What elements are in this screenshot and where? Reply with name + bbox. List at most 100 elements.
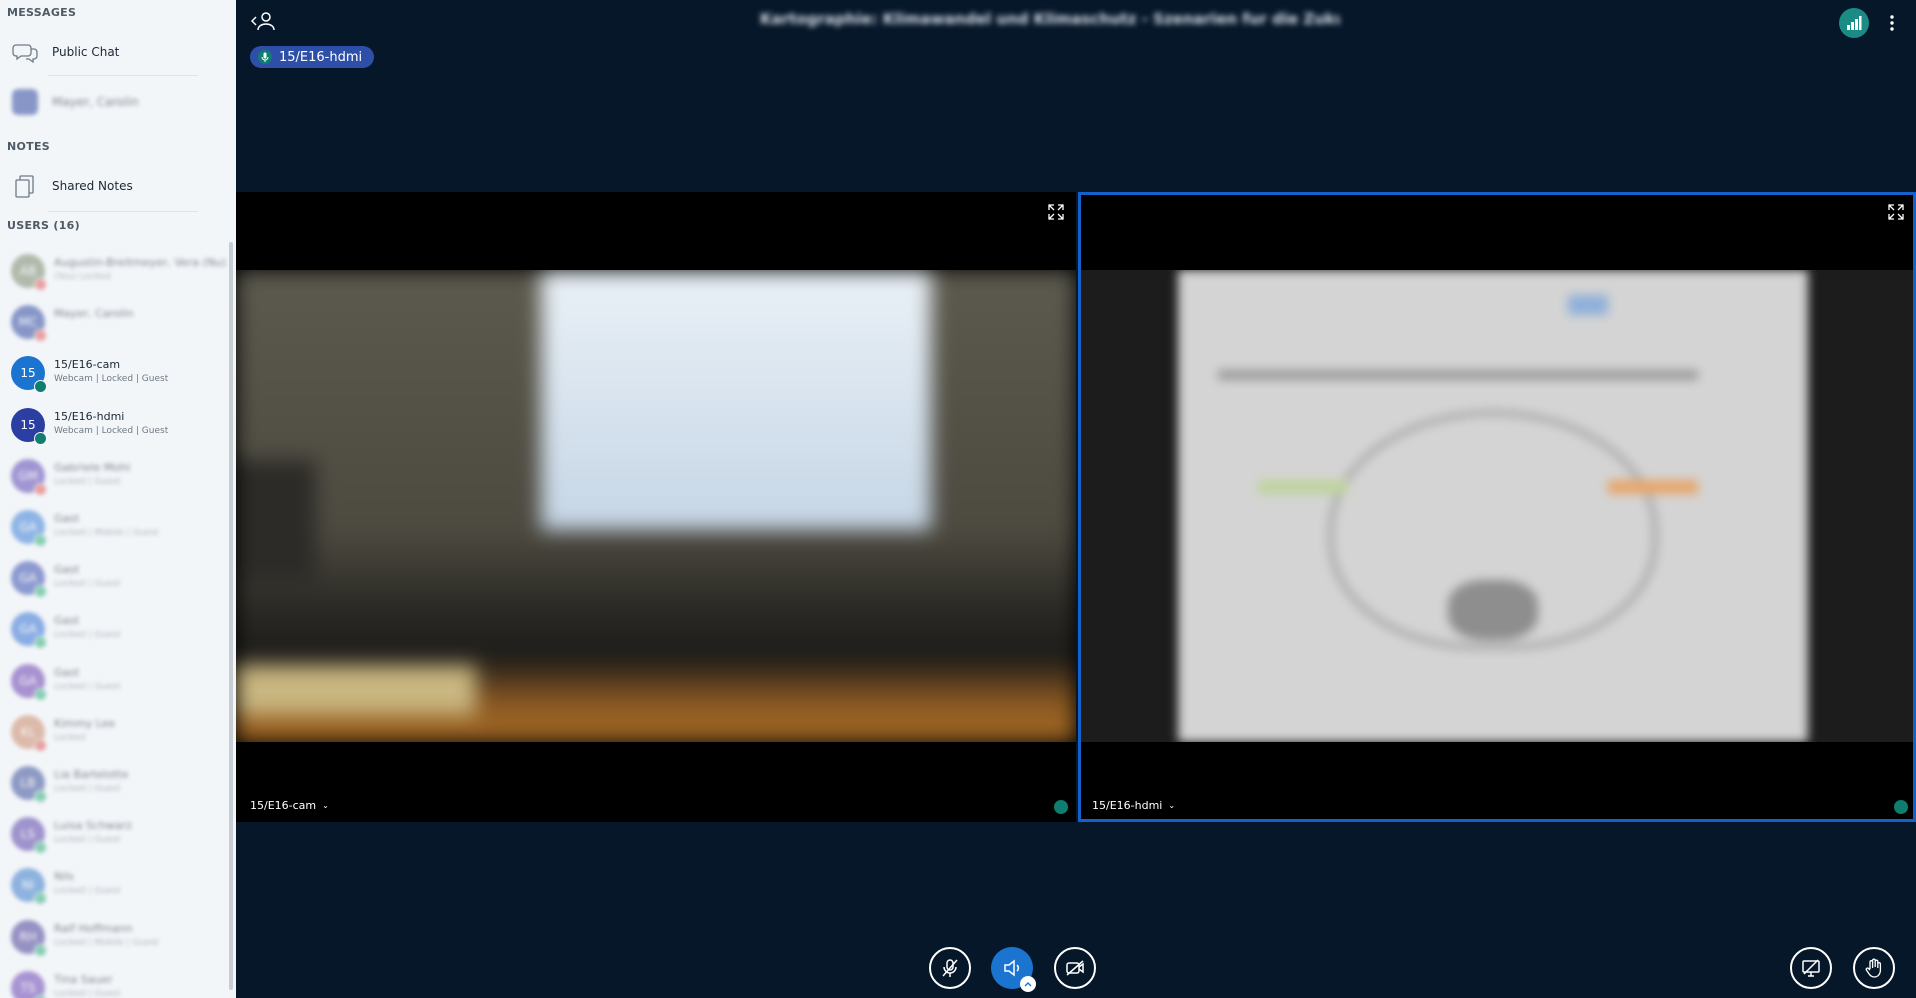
camera-off-icon [1066,960,1084,976]
talking-indicator[interactable]: 15/E16-hdmi [250,46,375,68]
meeting-title: Kartographie: Klimawandel und Klimaschut… [760,10,1340,28]
user-list-item[interactable]: GA Gast Locked | Mobile | Guest [0,503,232,551]
video-user-label[interactable]: 15/E16-cam ⌄ [250,799,329,812]
user-name: 15/E16-cam [54,358,121,372]
user-list-item[interactable]: 15 15/E16-hdmi Webcam | Locked | Guest [0,401,232,449]
user-list-item[interactable]: MC Mayer, Carolin [0,298,232,346]
screenshare-button[interactable] [1790,947,1832,989]
user-list-item[interactable]: 15 15/E16-cam Webcam | Locked | Guest [0,349,232,397]
chevron-down-icon: ⌄ [322,801,329,810]
shared-notes-item[interactable]: Shared Notes [0,166,232,206]
divider [48,211,198,212]
user-status: Locked | Guest [54,988,121,998]
sidebar-scrollbar[interactable] [229,242,233,990]
notes-section-title: NOTES [7,140,50,153]
private-chat-item[interactable]: Mayer, Carolin [0,82,232,122]
status-badge [34,841,47,855]
users-section-title: USERS (16) [7,219,80,232]
talking-user-name: 15/E16-hdmi [279,49,363,65]
status-badge [34,278,47,291]
mic-icon [258,50,272,64]
private-chat-label: Mayer, Carolin [52,95,139,109]
sidebar: MESSAGES Public Chat Mayer, Carolin NOTE… [0,0,236,998]
public-chat-item[interactable]: Public Chat [0,32,232,72]
mute-button[interactable] [929,947,971,989]
mic-icon [1894,800,1908,814]
user-list-item[interactable]: GA Gast Locked | Guest [0,554,232,602]
connection-status-button[interactable] [1839,8,1869,38]
hand-icon [1865,958,1882,978]
speaker-icon [1004,959,1020,977]
public-chat-label: Public Chat [52,45,120,59]
user-name: Tina Sauer [54,972,113,986]
status-badge [34,380,47,394]
user-name: Kimmy Lee [54,716,116,730]
fullscreen-button[interactable] [1886,202,1906,222]
user-list-item[interactable]: LB Lia Bartelotte Locked | Guest [0,759,232,807]
user-status: Locked | Guest [54,681,121,692]
user-list-item[interactable]: LS Luisa Schwarz Locked | Guest [0,810,232,858]
user-list-item[interactable]: GA Gast Locked | Guest [0,657,232,705]
chat-icon [12,39,38,65]
chevron-up-icon[interactable] [1020,976,1036,992]
options-menu-button[interactable] [1884,8,1900,38]
user-name: Gabriele Mohl [54,460,131,474]
screenshare-off-icon [1802,959,1820,977]
user-status: Webcam | Locked | Guest [54,425,169,436]
audio-button[interactable] [991,947,1036,992]
user-list-item[interactable]: RH Ralf Hoffmann Locked | Mobile | Guest [0,913,232,961]
user-name: Luisa Schwarz [54,819,132,833]
user-status: Locked | Guest [54,835,121,846]
divider [48,75,198,76]
user-name: Nils [54,870,75,884]
user-status: Locked | Mobile | Guest [54,937,159,948]
camera-button[interactable] [1054,947,1096,989]
more-vert-icon [1890,15,1894,31]
user-name: Lia Bartelotte [54,768,129,781]
status-badge [34,534,47,547]
user-list-item[interactable]: AB Augustin-Breitmeyer, Vera (Nu) (You) Lo… [0,247,232,295]
user-name: 15/E16-hdmi [54,409,125,423]
expand-icon [1888,204,1904,220]
raise-hand-button[interactable] [1853,947,1895,989]
user-name: Ralf Hoffmann [54,921,133,935]
user-status: Locked | Guest [54,476,121,487]
status-badge [34,431,47,445]
status-badge [34,636,47,650]
video-stream-cam [236,270,1076,742]
user-back-icon [250,12,275,31]
user-list-toggle-button[interactable] [248,8,278,34]
video-tile-hdmi[interactable]: 15/E16-hdmi ⌄ [1078,192,1916,822]
mic-muted-icon [942,959,958,977]
expand-icon [1048,204,1064,220]
video-username: 15/E16-cam [250,799,317,812]
video-stream-hdmi [1078,270,1916,742]
messages-section-title: MESSAGES [7,6,77,19]
user-list-item[interactable]: GA Gast Locked | Guest [0,605,232,653]
status-badge [34,738,47,752]
headset-icon [1054,800,1068,814]
user-name: Gast [54,512,80,525]
status-badge [34,687,47,701]
avatar: TS [11,970,45,998]
status-badge [34,943,47,957]
status-badge [34,329,47,343]
video-tile-cam[interactable]: 15/E16-cam ⌄ [236,192,1076,822]
user-status: (You) Locked [54,272,111,282]
notes-icon [12,173,38,199]
user-status: Locked | Guest [54,784,121,794]
user-status: Locked | Mobile | Guest [54,528,159,538]
fullscreen-button[interactable] [1046,202,1066,222]
avatar [12,89,38,115]
user-list-item[interactable]: NI Nils Locked | Guest [0,861,232,909]
status-badge [34,482,47,496]
user-list-item[interactable]: GM Gabriele Mohl Locked | Guest [0,452,232,500]
user-name: Gast [54,563,80,577]
user-status: Locked | Guest [54,630,121,641]
user-status: Webcam | Locked | Guest [54,374,169,385]
video-username: 15/E16-hdmi [1092,799,1163,812]
user-list-item[interactable]: TS Tina Sauer Locked | Guest [0,964,232,998]
user-list-item[interactable]: KL Kimmy Lee Locked [0,708,232,756]
video-user-label[interactable]: 15/E16-hdmi ⌄ [1092,799,1175,812]
status-badge [34,790,47,803]
